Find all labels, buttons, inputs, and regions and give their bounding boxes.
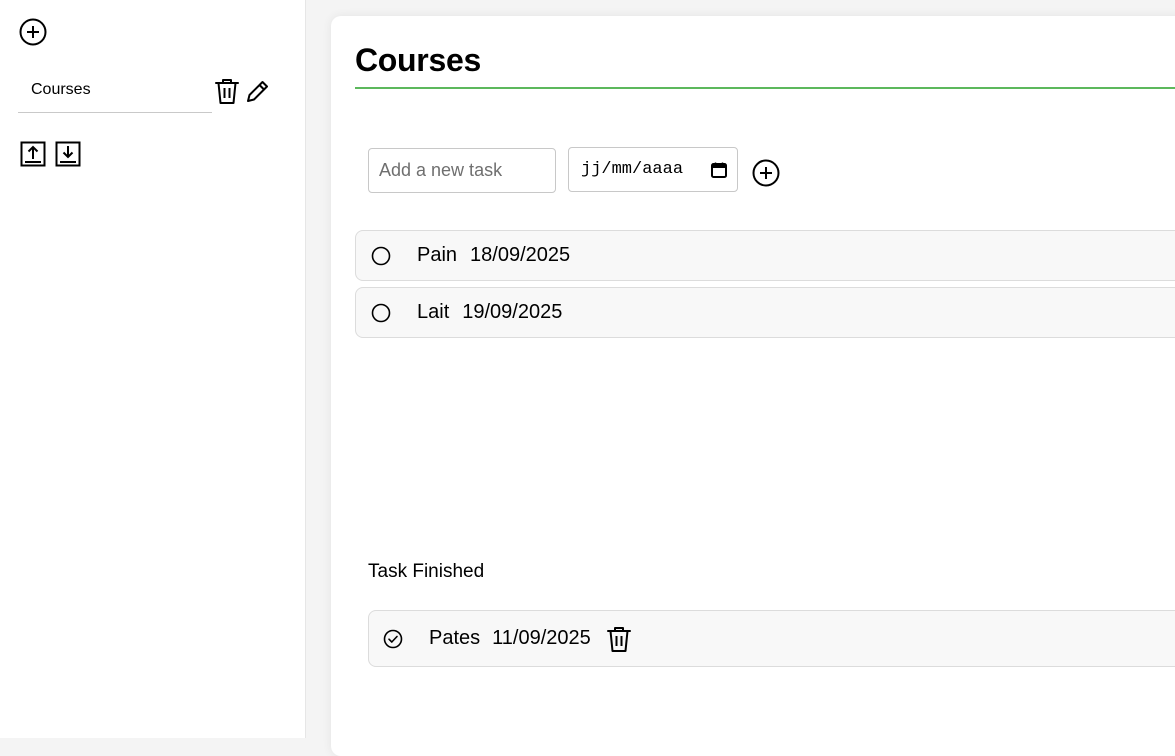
new-task-input[interactable] [368,148,556,193]
finished-tasks-heading: Task Finished [368,561,485,582]
uncheck-circle-icon[interactable] [371,303,391,323]
add-list-button[interactable] [18,17,47,46]
task-name: Lait [417,301,450,323]
uncheck-circle-icon[interactable] [371,246,391,266]
task-row: Pain 18/09/2025 [355,230,1175,281]
download-icon [55,141,81,167]
title-divider [355,87,1175,89]
finished-task-row: Pates 11/09/2025 [368,610,1175,667]
sidebar-list-item-courses[interactable]: Courses [18,67,212,113]
task-date: 18/09/2025 [470,244,571,266]
plus-circle-icon [19,18,46,45]
trash-icon[interactable] [606,625,632,653]
sidebar: Courses [0,0,306,738]
page-title: Courses [355,42,481,78]
task-row: Lait 19/09/2025 [355,287,1175,338]
trash-icon [215,79,239,104]
pencil-icon [246,80,268,102]
new-task-date-field[interactable]: jj/mm/aaaa [568,147,738,192]
export-button[interactable] [55,141,81,167]
task-list-panel: Courses jj/mm/aaaa Pain 18/09/2025 [331,16,1175,756]
task-name: Pates [429,627,481,649]
calendar-icon[interactable] [711,162,727,178]
task-date: 11/09/2025 [492,627,591,649]
import-button[interactable] [20,141,46,167]
delete-list-button[interactable] [213,76,241,106]
plus-circle-icon [752,159,780,187]
edit-list-button[interactable] [243,77,271,105]
date-field-placeholder: jj/mm/aaaa [581,160,684,179]
sidebar-list-label: Courses [31,80,91,98]
check-circle-icon[interactable] [383,629,403,649]
add-task-button[interactable] [751,158,781,188]
upload-icon [20,141,46,167]
task-name: Pain [417,244,458,266]
task-date: 19/09/2025 [462,301,563,323]
